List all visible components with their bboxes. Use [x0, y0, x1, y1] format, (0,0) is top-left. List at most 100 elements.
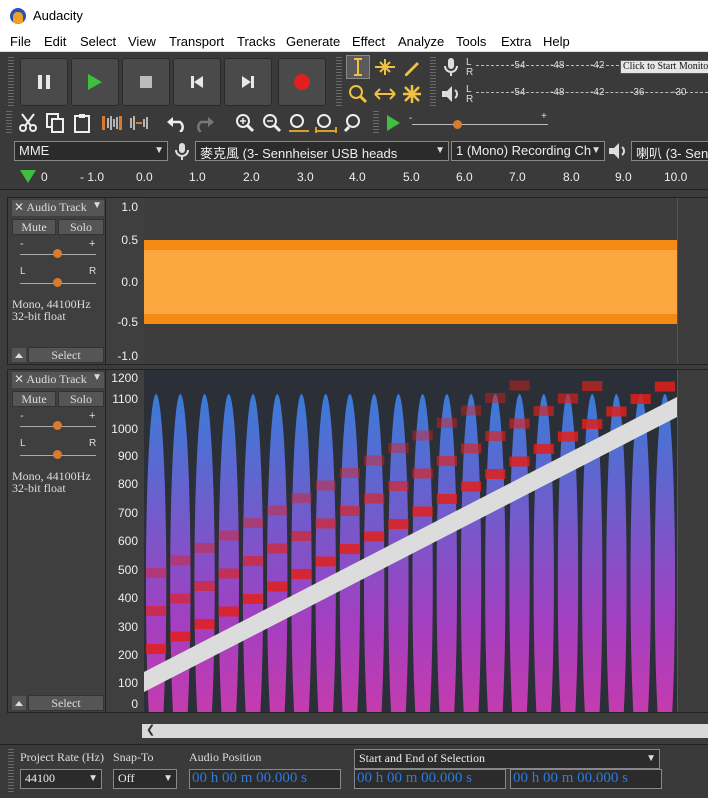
- stop-icon: [140, 76, 152, 88]
- undo-icon: [167, 117, 184, 132]
- ruler-tick: 9.0: [615, 170, 632, 184]
- redo-button[interactable]: [192, 111, 216, 135]
- track-select-button[interactable]: Select: [28, 347, 104, 363]
- trim-button[interactable]: [100, 111, 124, 135]
- snap-to-select[interactable]: Off ▼: [113, 769, 177, 789]
- track-name-menu[interactable]: ✕ Audio Track ▼: [12, 200, 104, 216]
- play-at-speed-button[interactable]: [381, 111, 405, 135]
- selection-toolbar-grip[interactable]: [8, 749, 14, 793]
- draw-tool-button[interactable]: [400, 55, 424, 79]
- skip-to-end-button[interactable]: [224, 58, 272, 106]
- edit-toolbar-grip[interactable]: [6, 111, 12, 135]
- menu-select[interactable]: Select: [80, 34, 116, 49]
- play-at-speed-grip[interactable]: [373, 111, 379, 135]
- pan-slider-knob[interactable]: [53, 450, 62, 459]
- solo-button[interactable]: Solo: [58, 391, 104, 407]
- recording-channels-select[interactable]: 1 (Mono) Recording Ch ▼: [451, 141, 605, 161]
- menu-edit[interactable]: Edit: [44, 34, 66, 49]
- audio-position-field[interactable]: 00 h 00 m 00.000 s: [189, 769, 341, 789]
- paste-button[interactable]: [70, 111, 94, 135]
- menu-tracks[interactable]: Tracks: [237, 34, 276, 49]
- zoom-in-button[interactable]: [233, 111, 257, 135]
- menu-help[interactable]: Help: [543, 34, 570, 49]
- menu-view[interactable]: View: [128, 34, 156, 49]
- pause-button[interactable]: [20, 58, 68, 106]
- zoom-toggle-button[interactable]: [341, 111, 365, 135]
- spectrogram-harmonic: [509, 418, 530, 429]
- skip-to-start-button[interactable]: [173, 58, 221, 106]
- transport-toolbar-grip[interactable]: [8, 57, 14, 107]
- stop-button[interactable]: [122, 58, 170, 106]
- tools-toolbar-grip[interactable]: [336, 57, 342, 107]
- record-meter[interactable]: L R -54 -48 -42 Click to Start Monitorin…: [466, 57, 708, 78]
- silence-button[interactable]: [127, 111, 151, 135]
- selection-end-field[interactable]: 00 h 00 m 00.000 s: [510, 769, 662, 789]
- spectrogram-harmonic: [315, 480, 336, 491]
- cut-button[interactable]: [16, 111, 40, 135]
- speaker-device-icon-wrap: [606, 139, 630, 163]
- play-button[interactable]: [71, 58, 119, 106]
- gain-slider-knob[interactable]: [53, 421, 62, 430]
- start-monitoring-button[interactable]: Click to Start Monitoring: [620, 60, 708, 74]
- chevron-down-icon: ▼: [92, 200, 102, 211]
- menu-extra[interactable]: Extra: [501, 34, 531, 49]
- play-speed-knob[interactable]: [453, 120, 462, 129]
- pan-slider-knob[interactable]: [53, 278, 62, 287]
- menu-file[interactable]: File: [10, 34, 31, 49]
- scroll-left-icon[interactable]: ❮: [146, 723, 155, 736]
- spectrogram-harmonic: [412, 506, 433, 517]
- play-meter[interactable]: L R -54 -48 -42 -36 -30: [466, 84, 708, 105]
- spectrogram-area[interactable]: [144, 370, 677, 771]
- zoom-tool-icon: [349, 85, 368, 104]
- playback-device-select[interactable]: 喇叭 (3- Senn: [631, 141, 708, 161]
- menu-analyze[interactable]: Analyze: [398, 34, 444, 49]
- copy-button[interactable]: [43, 111, 67, 135]
- track-name-menu[interactable]: ✕ Audio Track ▼: [12, 372, 104, 388]
- menu-generate[interactable]: Generate: [286, 34, 340, 49]
- spectrogram-harmonic: [460, 405, 482, 416]
- close-icon[interactable]: ✕: [14, 372, 24, 386]
- undo-button[interactable]: [165, 111, 189, 135]
- speaker-icon: [609, 143, 625, 159]
- spectrogram-harmonic: [388, 443, 409, 453]
- envelope-tool-button[interactable]: [373, 55, 397, 79]
- selection-mode-select[interactable]: Start and End of Selection ▼: [354, 749, 660, 769]
- play-meter-button[interactable]: [439, 82, 463, 106]
- selection-start-field[interactable]: 00 h 00 m 00.000 s: [354, 769, 506, 789]
- speaker-icon: [442, 86, 458, 102]
- host-select[interactable]: MME ▼: [14, 141, 168, 161]
- timeline-ruler[interactable]: 0 - 1.0 0.0 1.0 2.0 3.0 4.0 5.0 6.0 7.0 …: [0, 166, 708, 190]
- mute-button[interactable]: Mute: [12, 219, 56, 235]
- record-button[interactable]: [278, 58, 326, 106]
- collapse-track-button[interactable]: [12, 348, 26, 362]
- zoom-tool-button[interactable]: [346, 82, 370, 106]
- menu-tools[interactable]: Tools: [456, 34, 486, 49]
- close-icon[interactable]: ✕: [14, 200, 24, 214]
- spectrogram-harmonic: [170, 593, 191, 604]
- timeshift-tool-button[interactable]: [373, 82, 397, 106]
- track-select-button[interactable]: Select: [28, 695, 104, 711]
- spectrogram-harmonic: [267, 505, 288, 516]
- selection-tool-button[interactable]: [346, 55, 370, 79]
- play-speed-slider[interactable]: [412, 124, 548, 125]
- project-rate-select[interactable]: 44100 ▼: [20, 769, 102, 789]
- fit-selection-button[interactable]: [287, 111, 311, 135]
- horizontal-scrollbar[interactable]: ❮: [142, 724, 708, 738]
- frequency-ruler[interactable]: 1200 1100 1000 900 800 700 600 500 400 3…: [106, 370, 144, 712]
- ruler-tick: 3.0: [297, 170, 314, 184]
- menu-effect[interactable]: Effect: [352, 34, 385, 49]
- spectrogram-harmonic: [242, 518, 264, 528]
- record-meter-button[interactable]: [439, 55, 463, 79]
- recording-device-select[interactable]: 麥克風 (3- Sennheiser USB heads ▼: [195, 141, 449, 161]
- menu-transport[interactable]: Transport: [169, 34, 224, 49]
- gain-slider-knob[interactable]: [53, 249, 62, 258]
- zoom-out-button[interactable]: [260, 111, 284, 135]
- fit-project-button[interactable]: [314, 111, 338, 135]
- multi-tool-button[interactable]: [400, 82, 424, 106]
- solo-button[interactable]: Solo: [58, 219, 104, 235]
- meter-toolbar-grip[interactable]: [430, 57, 436, 107]
- collapse-track-button[interactable]: [12, 696, 26, 710]
- amplitude-ruler[interactable]: 1.0 0.5 0.0 -0.5 -1.0: [106, 198, 144, 364]
- mute-button[interactable]: Mute: [12, 391, 56, 407]
- waveform-area[interactable]: [144, 198, 677, 364]
